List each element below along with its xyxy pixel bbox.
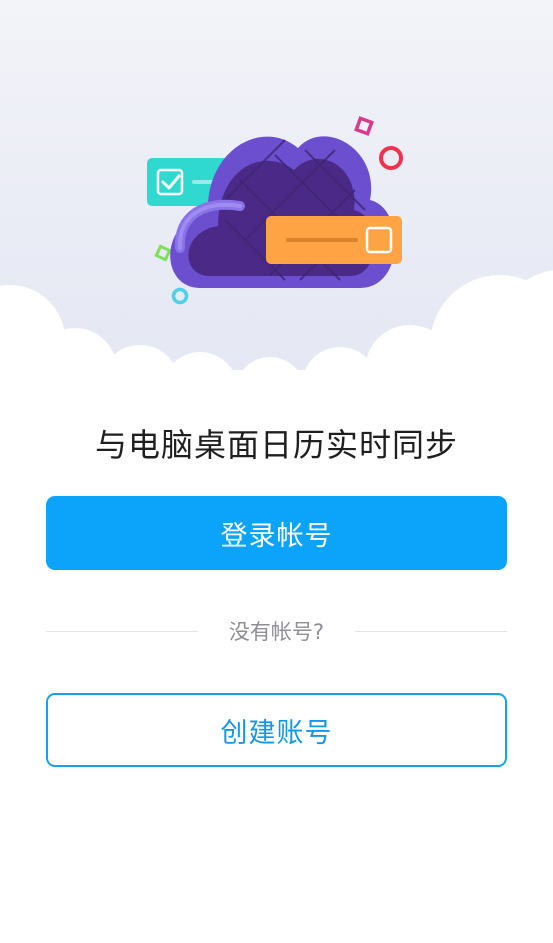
orange-card-icon xyxy=(266,216,402,264)
create-account-button[interactable]: 创建账号 xyxy=(46,693,507,767)
cloud-border xyxy=(0,270,553,400)
no-account-label: 没有帐号? xyxy=(228,620,325,644)
login-button[interactable]: 登录帐号 xyxy=(46,496,507,570)
hero-illustration xyxy=(0,0,553,400)
divider: 没有帐号? xyxy=(46,612,507,652)
divider-line-right xyxy=(355,631,507,632)
cloud-illustration xyxy=(0,116,553,400)
page-title: 与电脑桌面日历实时同步 xyxy=(94,426,458,464)
red-ring-accent xyxy=(379,146,403,170)
green-square-accent xyxy=(154,244,172,262)
pink-square-accent xyxy=(354,116,374,136)
cyan-ring-accent xyxy=(171,287,189,305)
